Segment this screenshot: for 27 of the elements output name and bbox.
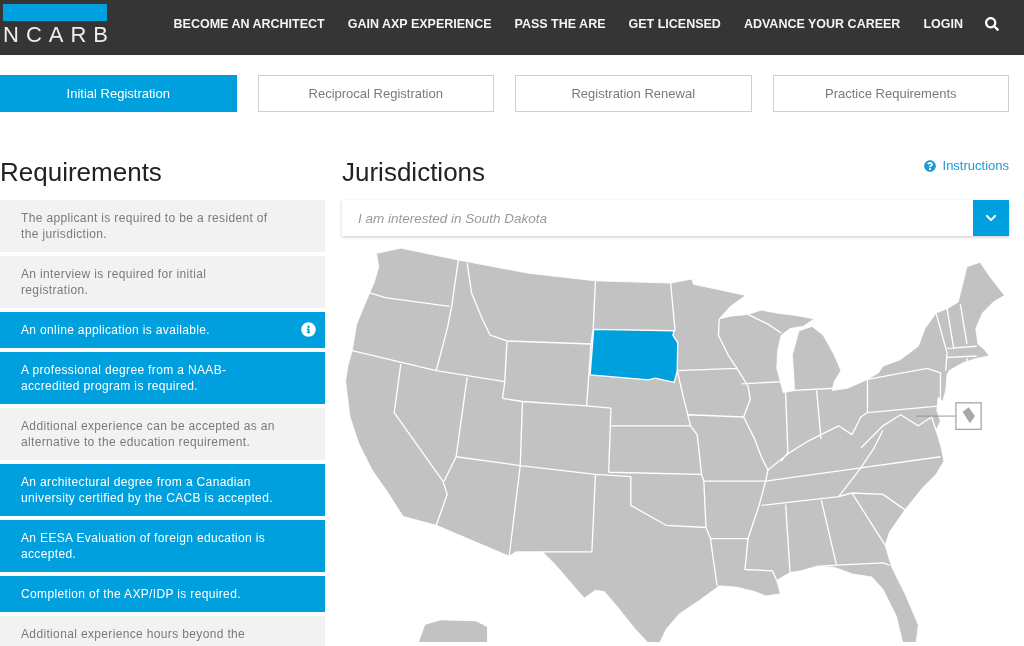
dropdown-button[interactable] xyxy=(973,200,1009,236)
search-button[interactable] xyxy=(985,17,999,31)
requirement-text: An architectural degree from a Canadian university certified by the CACB is accepted. xyxy=(21,474,274,506)
nav-link[interactable]: BECOME AN ARCHITECT xyxy=(173,17,325,31)
nav-link[interactable]: LOGIN xyxy=(923,17,963,31)
chevron-down-icon xyxy=(985,212,997,224)
requirement-text: An interview is required for initial registration. xyxy=(21,266,208,298)
nav-link[interactable]: PASS THE ARE xyxy=(514,17,606,31)
help-icon xyxy=(923,160,936,172)
nav-link[interactable]: ADVANCE YOUR CAREER xyxy=(743,17,901,31)
section-heading: Requirements xyxy=(0,156,163,188)
requirement-text: Completion of the AXP/IDP is required. xyxy=(21,586,241,602)
requirement-text: An EESA Evaluation of foreign education is accepted. xyxy=(21,530,267,562)
requirement-text: Additional experience can be accepted as an alternative to the education requirement. xyxy=(21,418,276,450)
requirement-text: The applicant is required to be a resident of the jurisdiction. xyxy=(21,210,269,242)
logo[interactable]: NCARB xyxy=(3,0,115,46)
tab[interactable]: Practice Requirements xyxy=(772,75,1009,112)
tab[interactable]: Registration Renewal xyxy=(515,75,752,112)
nav-link[interactable]: GET LICENSED xyxy=(628,17,721,31)
requirement-text: Additional experience hours beyond the xyxy=(21,626,246,642)
search-icon xyxy=(985,17,999,31)
requirement-text: A professional degree from a NAAB-accredited program is required. xyxy=(21,362,228,394)
info-icon[interactable] xyxy=(301,322,316,337)
requirement-text: An online application is available. xyxy=(21,322,211,338)
nav-link[interactable]: GAIN AXP EXPERIENCE xyxy=(347,17,492,31)
section-heading: Jurisdictions xyxy=(342,156,486,188)
tab[interactable]: Reciprocal Registration xyxy=(257,75,494,112)
